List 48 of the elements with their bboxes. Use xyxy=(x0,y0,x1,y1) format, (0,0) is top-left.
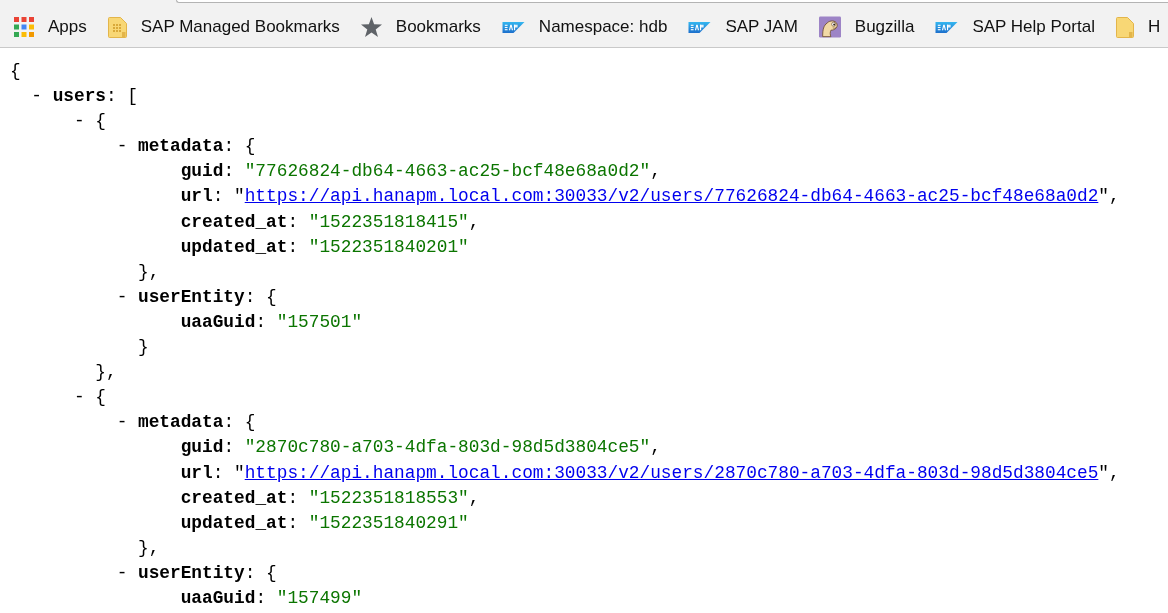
bookmark-folder[interactable]: H xyxy=(1110,10,1166,44)
json-property: url: "https://api.hanapm.local.com:30033/v2/users/2870c780-a703-4dfa-803d-98d5d3804ce5", xyxy=(180,461,1120,485)
json-property: userEntity: { xyxy=(138,561,277,585)
bookmark-link[interactable]: Bookmarks xyxy=(355,10,486,44)
logo-icon xyxy=(501,21,525,33)
collapse-toggle[interactable]: - xyxy=(74,109,85,135)
json-property: updated_at: "1522351840201" xyxy=(180,235,469,259)
bookmark-link[interactable]: SAP JAM xyxy=(683,10,803,44)
url-link[interactable]: https://api.hanapm.local.com:30033/v2/users/2870c780-a703-4dfa-803d-98d5d3804ce5 xyxy=(244,462,1099,483)
json-property: created_at: "1522351818553", xyxy=(180,486,480,510)
json-property: guid: "2870c780-a703-4dfa-803d-98d5d3804ce5", xyxy=(180,436,661,460)
json-property: metadata: { xyxy=(138,135,256,159)
bookmark-link[interactable]: Namespace: hdb xyxy=(496,10,673,44)
apps-shortcut[interactable]: Apps xyxy=(9,10,92,44)
json-bracket: } xyxy=(138,336,149,360)
collapse-toggle[interactable]: - xyxy=(116,284,128,310)
collapse-toggle[interactable]: - xyxy=(116,560,128,586)
url-link[interactable]: https://api.hanapm.local.com:30033/v2/users/77626824-db64-4663-ac25-bcf48e68a0d2 xyxy=(244,186,1099,207)
collapse-toggle[interactable]: - xyxy=(74,385,85,411)
json-bracket: }, xyxy=(95,361,117,385)
address-bar[interactable] xyxy=(176,0,1168,3)
star-icon xyxy=(360,17,382,37)
logo-icon xyxy=(688,21,712,33)
creature-icon xyxy=(818,16,841,38)
json-property: uaaGuid: "157499" xyxy=(180,586,363,610)
json-property: uaaGuid: "157501" xyxy=(180,310,363,334)
logo-icon xyxy=(935,21,959,33)
collapse-toggle[interactable]: - xyxy=(31,84,42,110)
apps-grid-icon xyxy=(14,17,34,37)
json-property: guid: "77626824-db64-4663-ac25-bcf48e68a0d2", xyxy=(180,160,661,184)
folder-icon xyxy=(1115,16,1134,38)
json-property: metadata: { xyxy=(138,411,256,435)
json-bracket: }, xyxy=(138,536,160,560)
json-bracket: { xyxy=(10,60,21,83)
bookmark-link[interactable]: Bugzilla xyxy=(813,10,920,44)
json-bracket: { xyxy=(95,110,106,134)
json-bracket: { xyxy=(95,386,106,410)
collapse-toggle[interactable]: - xyxy=(116,410,128,436)
json-property: created_at: "1522351818415", xyxy=(180,210,480,234)
bookmark-link[interactable]: SAP Help Portal xyxy=(930,10,1100,44)
json-bracket: }, xyxy=(138,260,160,284)
bookmark-folder[interactable]: SAP Managed Bookmarks xyxy=(102,10,345,44)
collapse-toggle[interactable]: - xyxy=(116,134,128,160)
folder-icon xyxy=(107,16,127,38)
json-property: url: "https://api.hanapm.local.com:30033/v2/users/77626824-db64-4663-ac25-bcf48e68a0d2", xyxy=(180,185,1120,209)
json-property: userEntity: { xyxy=(138,285,277,309)
json-property: users: [ xyxy=(52,85,138,109)
json-property: updated_at: "1522351840291" xyxy=(180,511,469,535)
